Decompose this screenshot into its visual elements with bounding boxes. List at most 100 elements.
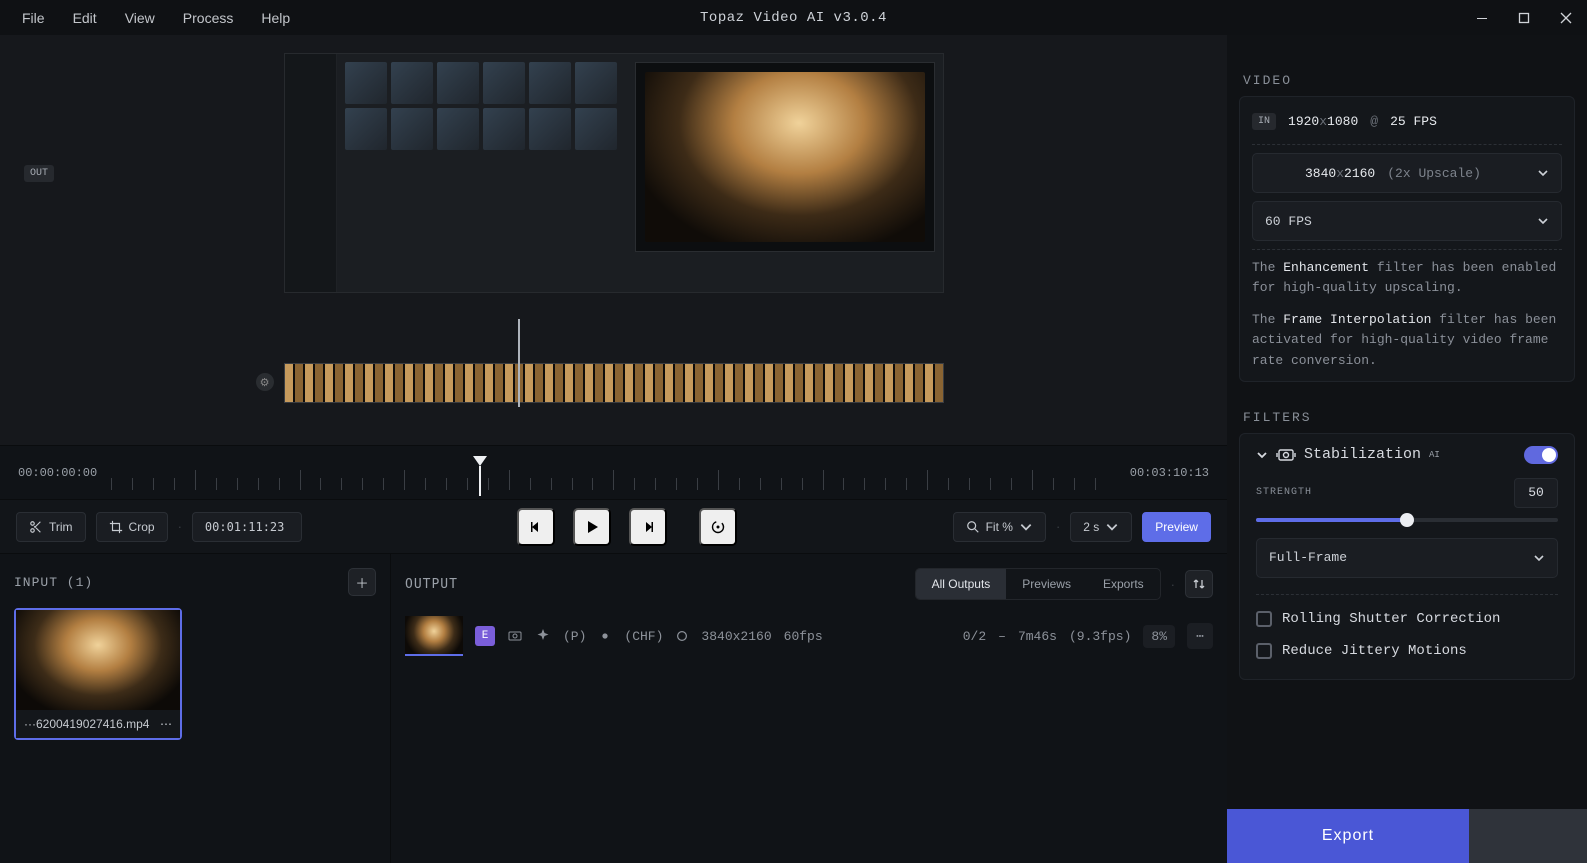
strength-value-input[interactable]: 50 [1514,478,1558,508]
stabilization-label: Stabilization [1304,446,1421,463]
p-label: (P) [563,629,586,644]
preview-seconds-select[interactable]: 2 s [1070,512,1132,542]
magnifier-icon [966,520,980,534]
stabilization-toggle[interactable] [1524,446,1558,464]
chevron-down-icon [1537,215,1549,227]
menu-view[interactable]: View [111,10,169,26]
timeline-end-label: 00:03:10:13 [1130,466,1209,480]
out-time: 7m46s [1018,629,1057,644]
stabilization-mode-value: Full-Frame [1269,550,1347,565]
menu-bar: File Edit View Process Help Topaz Video … [0,0,1587,35]
trim-button[interactable]: Trim [16,512,86,542]
zoom-fit-label: Fit % [986,520,1013,534]
play-button[interactable] [573,508,611,546]
window-maximize-button[interactable] [1503,0,1545,35]
dot-icon [598,629,612,643]
chevron-down-icon[interactable] [1256,449,1268,461]
output-section-label: OUTPUT [405,577,458,592]
embedded-editor-screencast [284,53,944,293]
trim-label: Trim [49,520,73,534]
rolling-shutter-checkbox[interactable]: Rolling Shutter Correction [1256,603,1558,635]
loop-button[interactable] [699,508,737,546]
input-clip-thumbnail [16,610,180,710]
export-badge: E [475,626,495,646]
in-badge: IN [1252,113,1276,130]
reduce-jitter-checkbox[interactable]: Reduce Jittery Motions [1256,635,1558,667]
crop-button[interactable]: Crop [96,512,168,542]
in-fps: 25 FPS [1390,114,1437,129]
timeline-start-label: 00:00:00:00 [18,466,97,480]
output-panel: OUTPUT All Outputs Previews Exports · E [390,554,1227,863]
add-input-button[interactable]: ＋ [348,568,376,596]
input-clip-card[interactable]: ···6200419027416.mp4 ⋯ [14,608,182,740]
out-dash: – [998,629,1006,644]
out-res: 3840x2160 [701,629,771,644]
menu-edit[interactable]: Edit [59,10,111,26]
circle-icon [675,629,689,643]
step-back-button[interactable] [517,508,555,546]
in-resolution: 1920x1080 [1288,114,1358,129]
timeline-ruler[interactable]: 00:00:00:00 00:03:10:13 [0,445,1227,499]
filters-section-label: FILTERS [1227,396,1587,433]
output-row[interactable]: E (P) (CHF) 3840x2160 60fps 0/2 – 7m46s … [405,614,1213,658]
preview-filmstrip[interactable]: ⚙ [284,363,944,403]
filmstrip-playhead[interactable] [518,319,520,407]
sort-button[interactable] [1185,570,1213,598]
enhance-icon [535,628,551,644]
preview-label: Preview [1155,520,1198,534]
enhancement-msg: The Enhancement filter has been enabled … [1252,258,1562,298]
out-progress: 0/2 [963,629,986,644]
stabilization-icon [1276,447,1296,463]
output-tabs: All Outputs Previews Exports [915,568,1161,600]
menu-file[interactable]: File [8,10,59,26]
preview-seconds-label: 2 s [1083,520,1099,534]
strength-label: STRENGTH [1256,487,1312,498]
menu-process[interactable]: Process [169,10,248,26]
clip-settings-icon[interactable]: ⚙ [256,373,274,391]
out-more-icon[interactable]: ⋯ [1187,623,1213,649]
timecode-display[interactable]: 00:01:11:23 [192,512,302,542]
export-monitor-thumb[interactable] [1469,809,1587,863]
chevron-down-icon [1019,520,1033,534]
preview-button[interactable]: Preview [1142,512,1211,542]
input-section-label: INPUT (1) [14,575,93,590]
app-title: Topaz Video AI v3.0.4 [700,10,887,26]
chevron-down-icon [1105,520,1119,534]
input-filename: ···6200419027416.mp4 [24,717,149,731]
chevron-down-icon [1533,552,1545,564]
export-button[interactable]: Export [1227,809,1469,863]
out-resolution-select[interactable]: OUT 3840x2160 (2x Upscale) [1252,153,1562,193]
reduce-jitter-label: Reduce Jittery Motions [1282,643,1467,659]
chf-label: (CHF) [624,629,663,644]
preview-area[interactable]: 同理呢还有丰富的素材和特效库 ⚙ [0,35,1227,445]
tab-previews[interactable]: Previews [1006,569,1087,599]
out-fps-select[interactable]: 60 FPS [1252,201,1562,241]
output-row-thumb [405,616,463,656]
window-close-button[interactable] [1545,0,1587,35]
clip-more-icon[interactable]: ⋯ [160,717,172,731]
out-rate: (9.3fps) [1069,629,1131,644]
input-panel: INPUT (1) ＋ ···6200419027416.mp4 ⋯ [0,554,390,863]
frameinterp-msg: The Frame Interpolation filter has been … [1252,310,1562,370]
rolling-shutter-label: Rolling Shutter Correction [1282,611,1500,627]
window-minimize-button[interactable] [1461,0,1503,35]
step-forward-button[interactable] [629,508,667,546]
stabilization-mode-select[interactable]: Full-Frame [1256,538,1558,578]
tab-exports[interactable]: Exports [1087,569,1160,599]
out-badge: OUT [24,165,54,182]
tab-all-outputs[interactable]: All Outputs [916,569,1007,599]
stabilize-icon [507,628,523,644]
at-symbol: @ [1370,114,1378,129]
out-percent: 8% [1143,625,1175,648]
chevron-down-icon [1537,167,1549,179]
out-upscale-note: (2x Upscale) [1387,166,1481,181]
out-res-value: 3840x2160 [1305,166,1375,181]
video-section-label: VIDEO [1227,59,1587,96]
playhead-icon[interactable] [473,456,487,466]
menu-help[interactable]: Help [247,10,304,26]
out-fps-value: 60 FPS [1265,214,1312,229]
zoom-fit-select[interactable]: Fit % [953,512,1046,542]
strength-slider[interactable] [1256,518,1558,522]
crop-label: Crop [129,520,155,534]
ai-badge: AI [1429,450,1440,460]
